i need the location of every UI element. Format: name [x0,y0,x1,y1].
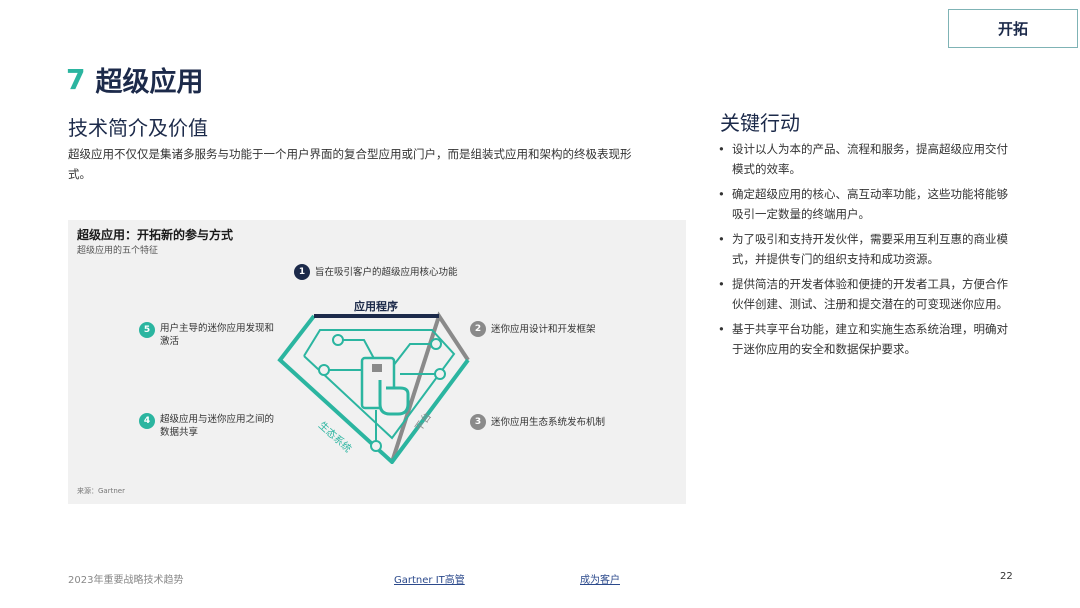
intro-text: 超级应用不仅仅是集诸多服务与功能于一个用户界面的复合型应用或门户，而是组装式应用… [68,147,632,181]
feature-text: 旨在吸引客户的超级应用核心功能 [315,267,458,278]
node-icon [430,338,442,350]
figure-panel: 超级应用：开拓新的参与方式 超级应用的五个特征 应用程序 生态系统 平台 1 旨… [68,220,686,504]
super-app-diagram: 应用程序 生态系统 平台 [277,299,470,464]
feature-item: 3 迷你应用生态系统发布机制 [470,414,650,430]
feature-badge: 2 [470,321,486,337]
feature-badge: 5 [139,322,155,338]
footer-link-gartner-it[interactable]: Gartner IT高管 [394,575,465,586]
footer-title: 2023年重要战略技术趋势 [68,575,184,586]
feature-badge: 3 [470,414,486,430]
figure-source: 来源：Gartner [77,487,125,495]
footer-link-become-client[interactable]: 成为客户 [580,575,620,586]
feature-text: 用户主导的迷你应用发现和激活 [160,323,275,347]
list-item: 基于共享平台功能，建立和实施生态系统治理，明确对于迷你应用的安全和数据保护要求。 [718,320,1008,359]
feature-item: 2 迷你应用设计和开发框架 [470,321,650,337]
list-item: 为了吸引和支持开发伙伴，需要采用互利互惠的商业模式，并提供专门的组织支持和成功资… [718,230,1008,269]
feature-item: 4 超级应用与迷你应用之间的数据共享 [139,413,277,439]
list-item: 设计以人为本的产品、流程和服务，提高超级应用交付模式的效率。 [718,140,1008,179]
feature-item: 5 用户主导的迷你应用发现和激活 [139,322,277,348]
label-app: 应用程序 [354,299,398,313]
node-icon [332,334,344,346]
page-number: 22 [1000,571,1013,582]
feature-badge: 4 [139,413,155,429]
section-tag[interactable]: 开拓 [948,9,1078,48]
section-title: 7 超级应用 [66,60,203,99]
feature-badge: 1 [294,264,310,280]
section-name: 超级应用 [95,67,204,98]
feature-text: 迷你应用设计和开发框架 [491,324,596,335]
list-item: 提供简洁的开发者体验和便捷的开发者工具，方便合作伙伴创建、测试、注册和提交潜在的… [718,275,1008,314]
feature-text: 迷你应用生态系统发布机制 [491,417,606,428]
actions-heading: 关键行动 [720,111,800,135]
section-number: 7 [66,63,86,96]
figure-subtitle: 超级应用的五个特征 [77,246,159,256]
feature-text: 超级应用与迷你应用之间的数据共享 [160,414,275,438]
actions-list: 设计以人为本的产品、流程和服务，提高超级应用交付模式的效率。 确定超级应用的核心… [718,140,1008,365]
node-icon [434,368,446,380]
intro-heading: 技术简介及价值 [68,116,208,140]
list-item: 确定超级应用的核心、高互动率功能，这些功能将能够吸引一定数量的终端用户。 [718,185,1008,224]
node-icon [318,364,330,376]
figure-title: 超级应用：开拓新的参与方式 [77,228,234,242]
feature-item: 1 旨在吸引客户的超级应用核心功能 [294,264,494,280]
node-icon [370,440,382,452]
phone-screen-icon [372,364,382,372]
